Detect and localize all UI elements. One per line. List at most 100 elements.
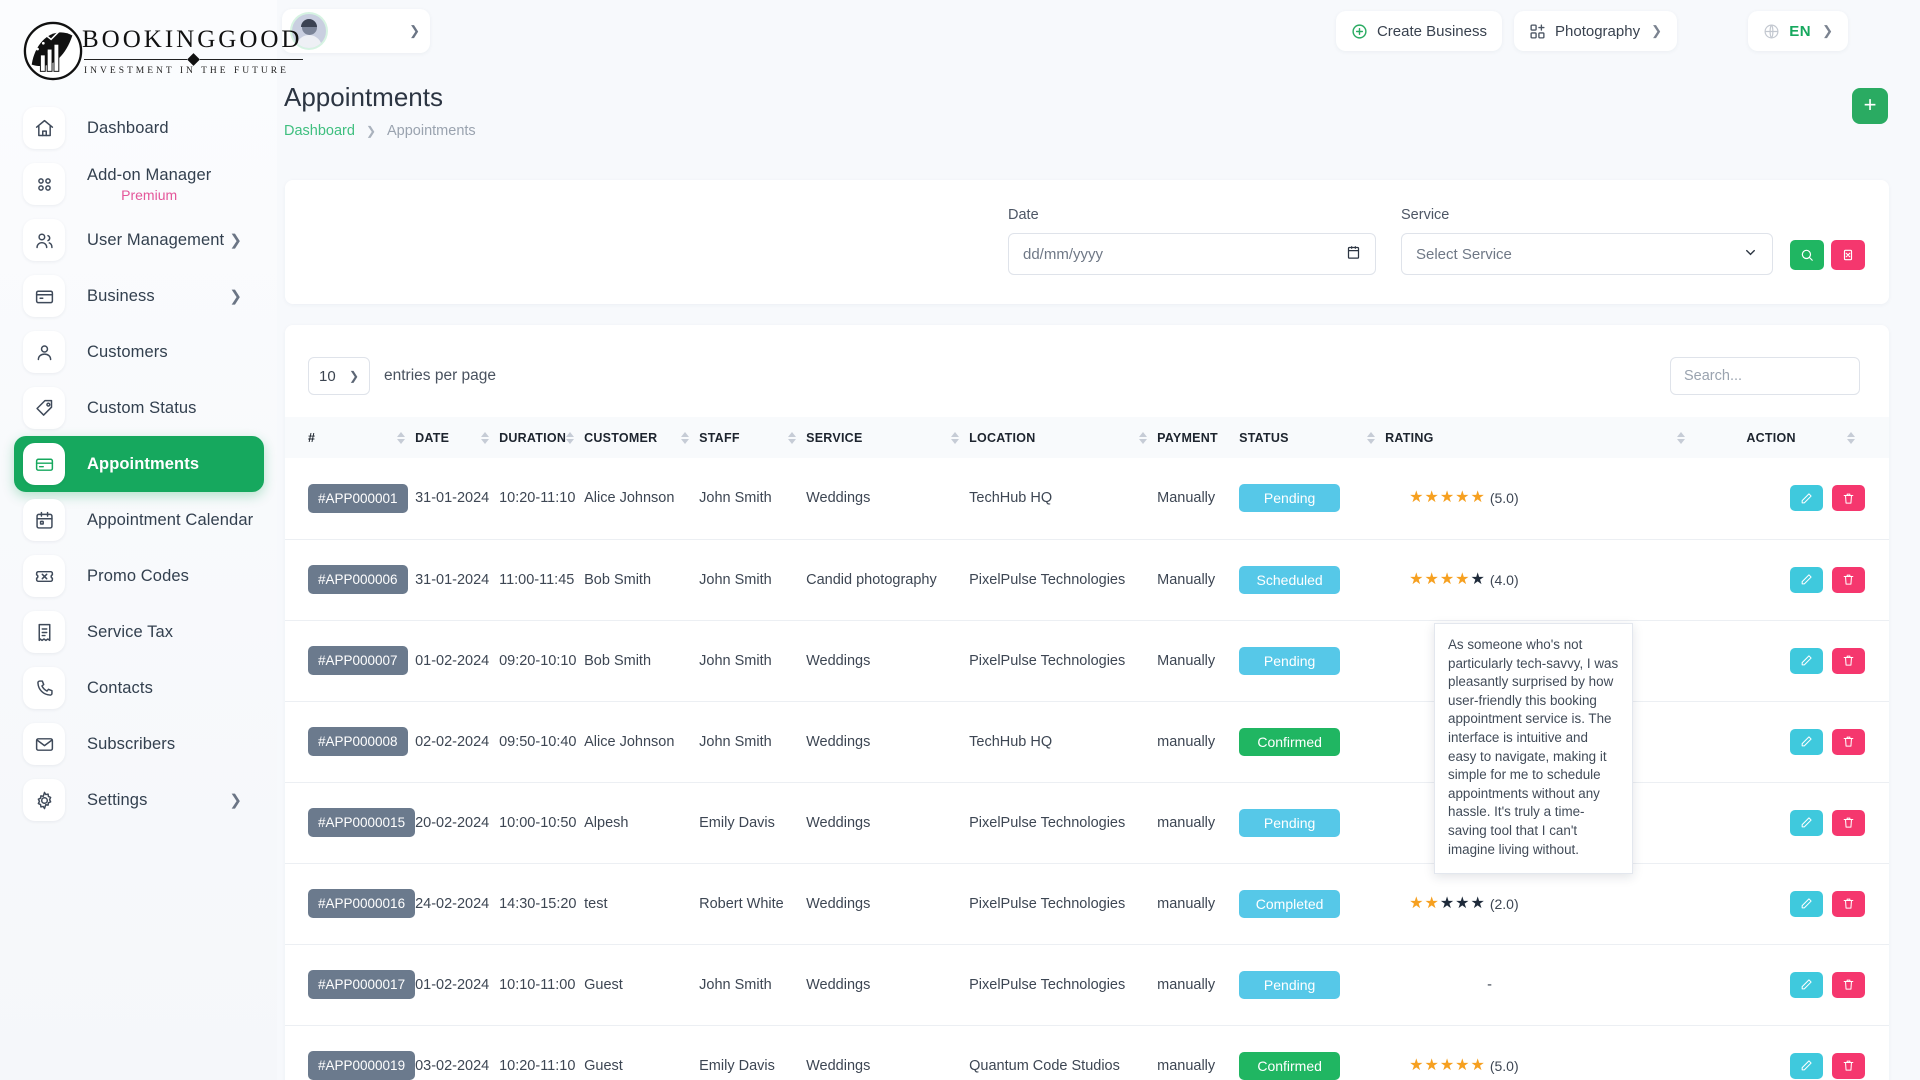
cell-customer: Alice Johnson: [584, 458, 700, 540]
sidebar-item-service-tax[interactable]: Service Tax: [14, 604, 264, 660]
app-logo[interactable]: BOOKINGGOOD INVESTMENT IN THE FUTURE: [0, 14, 303, 100]
sort-toggle-icon[interactable]: [1677, 431, 1695, 444]
sidebar-item-label: Appointment Calendar: [87, 510, 254, 529]
sidebar-item-contacts[interactable]: Contacts: [14, 660, 264, 716]
rating-empty: -: [1487, 976, 1492, 993]
delete-button[interactable]: [1832, 890, 1865, 917]
column-header-staff[interactable]: STAFF: [699, 417, 807, 458]
sidebar-item-custom-status[interactable]: Custom Status: [14, 380, 264, 436]
status-badge[interactable]: Pending: [1239, 646, 1341, 675]
sidebar-item-business[interactable]: Business ❯: [14, 268, 264, 324]
cell-staff: John Smith: [699, 620, 807, 702]
sidebar-item-add-on-manager[interactable]: Add-on Manager Premium: [14, 156, 264, 212]
delete-button[interactable]: [1832, 485, 1865, 512]
create-business-button[interactable]: Create Business: [1335, 11, 1502, 51]
rating-review-tooltip: As someone who's not particularly tech-s…: [1434, 623, 1633, 875]
cell-payment: Manually: [1157, 620, 1240, 702]
delete-button[interactable]: [1832, 1052, 1865, 1079]
appointment-id-badge[interactable]: #APP0000017: [308, 970, 416, 999]
delete-button[interactable]: [1832, 566, 1865, 593]
edit-button[interactable]: [1790, 647, 1823, 674]
column-header-location[interactable]: LOCATION: [969, 417, 1158, 458]
add-appointment-button[interactable]: +: [1852, 88, 1888, 124]
sort-toggle-icon[interactable]: [566, 431, 584, 444]
sidebar-item-user-management[interactable]: User Management ❯: [14, 212, 264, 268]
sidebar-item-label: Add-on Manager: [87, 165, 212, 184]
service-select-value: Select Service: [1416, 245, 1512, 263]
column-header-customer[interactable]: CUSTOMER: [584, 417, 700, 458]
column-header-rating[interactable]: RATING: [1385, 417, 1696, 458]
business-switcher-button[interactable]: Photography ❯: [1514, 11, 1677, 51]
sidebar-item-settings[interactable]: Settings ❯: [14, 772, 264, 828]
delete-button[interactable]: [1832, 728, 1865, 755]
cell-id: #APP0000015: [285, 782, 416, 864]
sort-toggle-icon[interactable]: [481, 431, 499, 444]
star-icon: ★: [1409, 570, 1424, 588]
status-badge[interactable]: Confirmed: [1239, 727, 1341, 756]
sidebar-item-appointments[interactable]: Appointments: [14, 436, 264, 492]
column-header-status[interactable]: STATUS: [1239, 417, 1386, 458]
sort-toggle-icon[interactable]: [788, 431, 806, 444]
breadcrumb-dashboard-link[interactable]: Dashboard: [284, 123, 355, 139]
sort-toggle-icon[interactable]: [1139, 431, 1157, 444]
cell-date: 01-02-2024: [415, 944, 500, 1026]
delete-button[interactable]: [1832, 647, 1865, 674]
sort-toggle-icon[interactable]: [681, 431, 699, 444]
appointment-id-badge[interactable]: #APP000006: [308, 565, 408, 594]
sidebar-item-label: Customers: [87, 342, 168, 361]
sidebar-item-dashboard[interactable]: Dashboard: [14, 100, 264, 156]
service-select[interactable]: Select Service: [1401, 233, 1773, 275]
column-header-label: SERVICE: [806, 430, 863, 445]
column-header-service[interactable]: SERVICE: [806, 417, 970, 458]
reset-filter-button[interactable]: [1831, 240, 1865, 270]
edit-button[interactable]: [1790, 728, 1823, 755]
sort-toggle-icon[interactable]: [951, 431, 969, 444]
sort-toggle-icon[interactable]: [1367, 431, 1385, 444]
logo-wordmark: BOOKINGGOOD: [82, 25, 303, 53]
language-switcher-button[interactable]: EN ❯: [1748, 11, 1848, 51]
table-search-input[interactable]: Search...: [1670, 357, 1860, 395]
entries-per-page-select[interactable]: 10 ❯: [308, 357, 370, 395]
column-header-id[interactable]: #: [285, 417, 416, 458]
edit-button[interactable]: [1790, 809, 1823, 836]
sort-toggle-icon[interactable]: [397, 431, 415, 444]
appointment-id-badge[interactable]: #APP0000015: [308, 808, 416, 837]
date-input[interactable]: dd/mm/yyyy: [1008, 233, 1376, 275]
edit-button[interactable]: [1790, 1052, 1823, 1079]
sort-toggle-icon[interactable]: [1846, 431, 1865, 444]
column-header-date[interactable]: DATE: [415, 417, 500, 458]
sidebar-item-label: Appointments: [87, 454, 200, 473]
edit-button[interactable]: [1790, 485, 1823, 512]
appointment-id-badge[interactable]: #APP000008: [308, 727, 408, 756]
delete-button[interactable]: [1832, 971, 1865, 998]
edit-button[interactable]: [1790, 566, 1823, 593]
appointment-id-badge[interactable]: #APP000007: [308, 646, 408, 675]
appointment-id-badge[interactable]: #APP000001: [308, 483, 408, 513]
calendar-icon[interactable]: [1346, 245, 1361, 264]
sidebar-item-customers[interactable]: Customers: [14, 324, 264, 380]
profile-selector[interactable]: ❯: [282, 9, 430, 53]
card-icon: [23, 443, 65, 485]
column-header-label: DATE: [415, 430, 450, 445]
rating-value: (5.0): [1489, 1057, 1519, 1074]
appointment-id-badge[interactable]: #APP0000016: [308, 889, 416, 918]
status-badge[interactable]: Confirmed: [1239, 1051, 1341, 1080]
column-header-action[interactable]: ACTION: [1695, 417, 1889, 458]
status-badge[interactable]: Pending: [1239, 970, 1341, 999]
status-badge[interactable]: Completed: [1239, 889, 1341, 918]
sidebar-item-promo-codes[interactable]: Promo Codes: [14, 548, 264, 604]
delete-button[interactable]: [1832, 809, 1865, 836]
sidebar-item-appointment-calendar[interactable]: Appointment Calendar: [14, 492, 264, 548]
edit-button[interactable]: [1790, 890, 1823, 917]
edit-button[interactable]: [1790, 971, 1823, 998]
sidebar-item-subscribers[interactable]: Subscribers: [14, 716, 264, 772]
star-icon: ★: [1424, 1056, 1439, 1074]
status-badge[interactable]: Pending: [1239, 808, 1341, 837]
status-badge[interactable]: Pending: [1239, 484, 1341, 513]
appointment-id-badge[interactable]: #APP0000019: [308, 1051, 416, 1080]
column-header-duration[interactable]: DURATION: [499, 417, 585, 458]
status-badge[interactable]: Scheduled: [1239, 565, 1341, 594]
cell-customer: Guest: [584, 1057, 623, 1074]
apply-filter-button[interactable]: [1790, 240, 1824, 270]
cell-duration: 14:30-15:20: [499, 863, 585, 945]
